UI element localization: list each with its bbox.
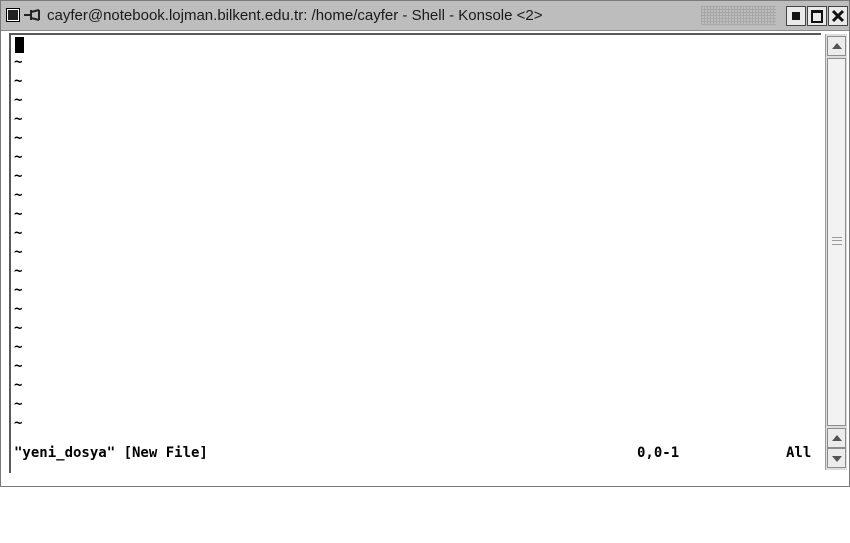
arrow-down-icon	[832, 456, 842, 462]
empty-line-marker: ~	[14, 244, 23, 260]
grip-icon	[832, 237, 842, 245]
window-bottom-edge	[1, 473, 849, 486]
title-bar[interactable]: cayfer@notebook.lojman.bilkent.edu.tr: /…	[1, 1, 849, 31]
empty-line-marker: ~	[14, 225, 23, 241]
empty-line-marker: ~	[14, 149, 23, 165]
empty-line-marker: ~	[14, 206, 23, 222]
vim-status-line: "yeni_dosya" [New File] 0,0-1 All	[14, 443, 814, 463]
empty-line-marker: ~	[14, 168, 23, 184]
terminal-area[interactable]: ~ ~ ~ ~ ~ ~ ~ ~ ~ ~ ~ ~ ~ ~ ~ ~ ~ ~ ~ ~ "yeni_dosya" [New F…	[9, 33, 821, 473]
status-file: "yeni_dosya" [New File]	[14, 445, 208, 461]
window-menu-icon[interactable]	[6, 8, 20, 22]
title-grip	[701, 6, 776, 25]
empty-line-marker: ~	[14, 320, 23, 336]
empty-line-marker: ~	[14, 111, 23, 127]
empty-line-marker: ~	[14, 54, 23, 70]
arrow-up-icon	[832, 435, 842, 441]
empty-line-marker: ~	[14, 73, 23, 89]
empty-line-marker: ~	[14, 301, 23, 317]
close-icon	[831, 9, 845, 23]
minimize-button[interactable]	[786, 6, 806, 26]
empty-line-marker: ~	[14, 415, 23, 431]
status-scroll: All	[786, 445, 812, 461]
empty-line-marker: ~	[14, 358, 23, 374]
vertical-scrollbar[interactable]	[825, 34, 847, 470]
empty-line-marker: ~	[14, 187, 23, 203]
empty-line-marker: ~	[14, 339, 23, 355]
empty-line-marker: ~	[14, 263, 23, 279]
empty-line-marker: ~	[14, 396, 23, 412]
window-title: cayfer@notebook.lojman.bilkent.edu.tr: /…	[47, 7, 543, 24]
empty-line-marker: ~	[14, 92, 23, 108]
arrow-up-icon	[832, 43, 842, 49]
empty-line-marker: ~	[14, 377, 23, 393]
empty-line-markers: ~ ~ ~ ~ ~ ~ ~ ~ ~ ~ ~ ~ ~ ~ ~ ~ ~ ~ ~ ~	[14, 53, 34, 433]
status-position: 0,0-1	[637, 445, 680, 461]
text-cursor	[15, 37, 24, 53]
close-button[interactable]	[828, 6, 848, 26]
pin-icon[interactable]	[23, 6, 43, 24]
scroll-up-button-bottom[interactable]	[827, 428, 846, 448]
maximize-button[interactable]	[807, 6, 827, 26]
empty-line-marker: ~	[14, 282, 23, 298]
scroll-down-button[interactable]	[827, 448, 846, 468]
konsole-window: cayfer@notebook.lojman.bilkent.edu.tr: /…	[0, 0, 850, 487]
empty-line-marker: ~	[14, 130, 23, 146]
scrollbar-thumb[interactable]	[827, 58, 846, 426]
scroll-up-button-top[interactable]	[827, 36, 846, 56]
